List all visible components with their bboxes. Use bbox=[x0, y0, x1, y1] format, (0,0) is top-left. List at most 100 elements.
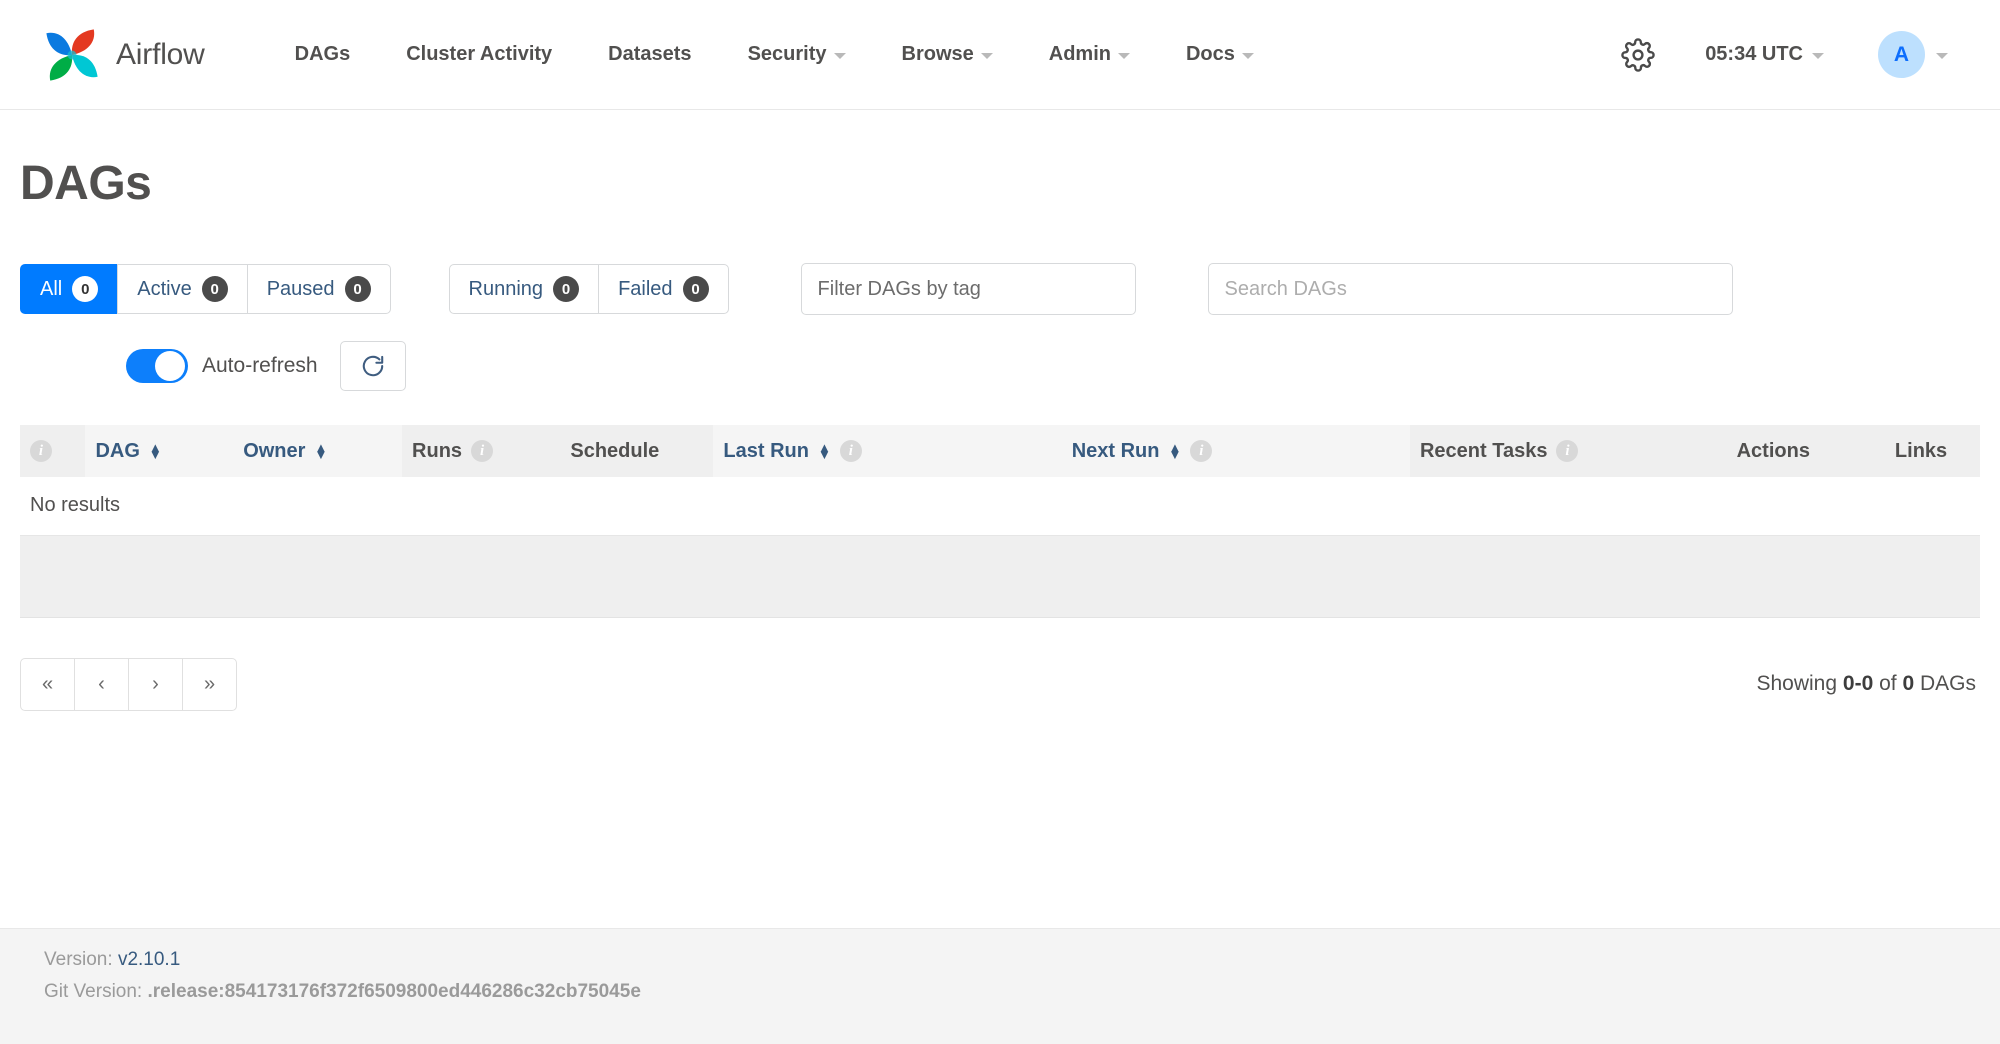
nav-item-docs[interactable]: Docs bbox=[1158, 43, 1282, 66]
info-icon[interactable]: i bbox=[839, 440, 862, 462]
col-header-last-run[interactable]: Last Run ▲ ▼ i bbox=[713, 425, 1062, 477]
filter-count-badge: 0 bbox=[553, 276, 580, 302]
col-header-dag[interactable]: DAG ▲ ▼ bbox=[85, 425, 234, 477]
gear-icon[interactable] bbox=[1593, 37, 1683, 72]
col-header-label: Recent Tasks bbox=[1419, 439, 1548, 462]
sort-arrows-icon: ▲ ▼ bbox=[1168, 440, 1182, 462]
info-icon[interactable]: i bbox=[1190, 440, 1213, 462]
airflow-pinwheel-logo bbox=[40, 23, 104, 87]
avatar: A bbox=[1878, 31, 1925, 78]
nav-item-label: Security bbox=[747, 43, 827, 65]
filter-toolbar: All 0 Active 0 Paused 0 Running 0 Failed… bbox=[20, 263, 1980, 315]
nav-item-security[interactable]: Security bbox=[720, 43, 874, 66]
chevron-down-icon bbox=[1241, 53, 1254, 59]
prev-page-button[interactable]: ‹ bbox=[74, 657, 129, 711]
nav-item-admin[interactable]: Admin bbox=[1021, 43, 1158, 66]
chevron-down-icon bbox=[1117, 53, 1130, 59]
version-line: Version: v2.10.1 bbox=[44, 949, 2000, 971]
col-header-label: Actions bbox=[1736, 439, 1810, 462]
table-header-row: i DAG ▲ ▼ Owner ▲ ▼ Runs i Schedule Last… bbox=[20, 425, 1980, 477]
table-footer-area bbox=[20, 535, 1980, 618]
filter-count-badge: 0 bbox=[201, 276, 228, 302]
col-header-label: Runs bbox=[412, 439, 463, 462]
col-header-runs: Runs i bbox=[402, 425, 561, 477]
page-footer: Version: v2.10.1 Git Version: .release:8… bbox=[0, 928, 2000, 1044]
nav-item-datasets[interactable]: Datasets bbox=[580, 43, 719, 66]
search-input[interactable] bbox=[1207, 263, 1733, 315]
nav-links: DAGs Cluster Activity Datasets Security … bbox=[267, 43, 1282, 66]
nav-item-label: DAGs bbox=[294, 43, 351, 65]
empty-message: No results bbox=[20, 477, 1980, 536]
tag-filter-input[interactable] bbox=[800, 263, 1136, 315]
user-menu[interactable]: A bbox=[1834, 31, 1960, 78]
filter-running-button[interactable]: Running 0 bbox=[448, 264, 600, 314]
chevron-down-icon bbox=[1812, 53, 1824, 59]
col-header-label: Owner bbox=[243, 439, 306, 462]
dags-table: i DAG ▲ ▼ Owner ▲ ▼ Runs i Schedule Last… bbox=[20, 425, 1980, 536]
table-body: No results bbox=[20, 477, 1980, 536]
col-header-label: Last Run bbox=[723, 439, 809, 462]
filter-label: Running bbox=[468, 277, 544, 300]
version-link[interactable]: v2.10.1 bbox=[118, 949, 180, 970]
chevron-down-icon bbox=[1936, 53, 1948, 59]
col-header-label: Links bbox=[1894, 439, 1948, 462]
status-filter-group: All 0 Active 0 Paused 0 bbox=[20, 264, 391, 314]
nav-item-label: Admin bbox=[1048, 43, 1111, 65]
filter-active-button[interactable]: Active 0 bbox=[117, 264, 248, 314]
brand-label: Airflow bbox=[116, 37, 205, 71]
top-navigation-bar: Airflow DAGs Cluster Activity Datasets S… bbox=[0, 0, 2000, 110]
version-label: Version: bbox=[44, 949, 113, 970]
nav-item-dags[interactable]: DAGs bbox=[267, 43, 379, 66]
col-header-label: DAG bbox=[95, 439, 140, 462]
table-row-empty: No results bbox=[20, 477, 1980, 536]
utc-clock-dropdown[interactable]: 05:34 UTC bbox=[1683, 43, 1834, 66]
filter-all-button[interactable]: All 0 bbox=[20, 264, 119, 314]
git-version-label: Git Version: bbox=[44, 981, 143, 1002]
filter-count-badge: 0 bbox=[682, 276, 709, 302]
first-page-button[interactable]: « bbox=[20, 657, 75, 711]
main-content: DAGs All 0 Active 0 Paused 0 Running 0 F… bbox=[0, 156, 2000, 721]
table-header: i DAG ▲ ▼ Owner ▲ ▼ Runs i Schedule Last… bbox=[20, 425, 1980, 477]
last-page-button[interactable]: » bbox=[182, 657, 237, 711]
filter-paused-button[interactable]: Paused 0 bbox=[246, 264, 391, 314]
chevron-down-icon bbox=[833, 53, 846, 59]
nav-item-label: Cluster Activity bbox=[406, 43, 553, 65]
info-icon[interactable]: i bbox=[30, 440, 52, 462]
brand-home-link[interactable]: Airflow bbox=[40, 23, 205, 87]
run-filter-group: Running 0 Failed 0 bbox=[448, 264, 729, 314]
filter-count-badge: 0 bbox=[72, 276, 99, 302]
filter-label: Active bbox=[137, 277, 192, 300]
showing-range: 0-0 bbox=[1842, 672, 1874, 695]
col-header-actions: Actions bbox=[1726, 425, 1885, 477]
col-header-info: i bbox=[20, 425, 86, 477]
auto-refresh-label: Auto-refresh bbox=[202, 354, 318, 377]
auto-refresh-toolbar: Auto-refresh bbox=[20, 341, 1980, 391]
col-header-owner[interactable]: Owner ▲ ▼ bbox=[233, 425, 403, 477]
nav-item-cluster-activity[interactable]: Cluster Activity bbox=[378, 43, 580, 66]
info-icon[interactable]: i bbox=[1556, 440, 1579, 462]
col-header-links: Links bbox=[1884, 425, 1980, 477]
col-header-next-run[interactable]: Next Run ▲ ▼ i bbox=[1061, 425, 1410, 477]
info-icon[interactable]: i bbox=[471, 440, 494, 462]
navbar-right-section: 05:34 UTC A bbox=[1593, 31, 1960, 78]
filter-failed-button[interactable]: Failed 0 bbox=[598, 264, 729, 314]
next-page-button[interactable]: › bbox=[128, 657, 183, 711]
dags-table-container: i DAG ▲ ▼ Owner ▲ ▼ Runs i Schedule Last… bbox=[20, 425, 1980, 618]
sort-arrows-icon: ▲ ▼ bbox=[148, 440, 162, 462]
showing-suffix: DAGs bbox=[1919, 672, 1976, 695]
nav-item-label: Datasets bbox=[608, 43, 692, 65]
nav-item-browse[interactable]: Browse bbox=[874, 43, 1021, 66]
toggle-knob bbox=[155, 351, 185, 381]
git-version-line: Git Version: .release:854173176f372f6509… bbox=[44, 981, 2000, 1003]
col-header-recent-tasks: Recent Tasks i bbox=[1409, 425, 1727, 477]
pagination: « ‹ › » bbox=[20, 657, 237, 711]
showing-summary: Showing 0-0 of 0 DAGs bbox=[1756, 672, 1980, 696]
filter-label: Failed bbox=[618, 277, 673, 300]
showing-middle: of bbox=[1879, 672, 1897, 695]
pagination-toolbar: « ‹ › » Showing 0-0 of 0 DAGs bbox=[20, 657, 1980, 721]
auto-refresh-toggle[interactable] bbox=[126, 349, 188, 383]
col-header-schedule: Schedule bbox=[560, 425, 714, 477]
refresh-button[interactable] bbox=[339, 341, 406, 391]
filter-count-badge: 0 bbox=[344, 276, 371, 302]
app-root: Airflow DAGs Cluster Activity Datasets S… bbox=[0, 0, 2000, 1044]
